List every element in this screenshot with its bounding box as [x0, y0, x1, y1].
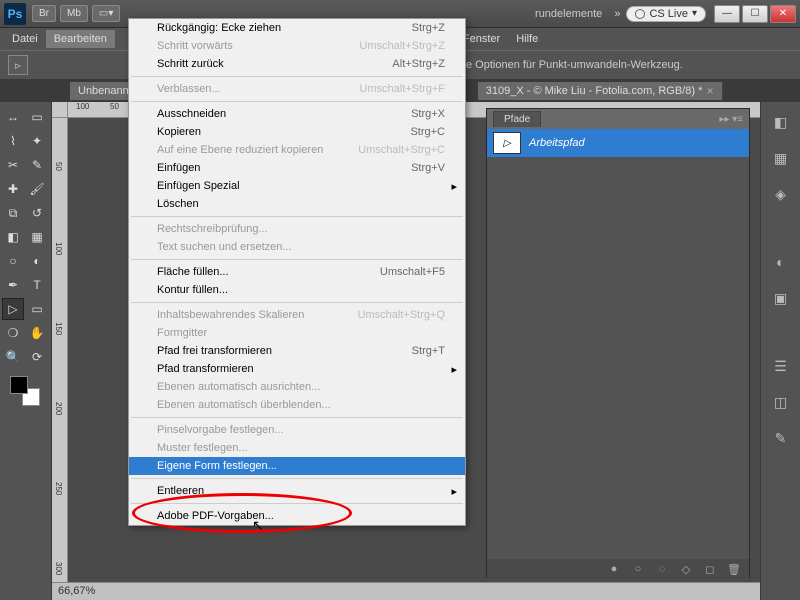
menu-item[interactable]: Rückgängig: Ecke ziehenStrg+Z — [129, 19, 465, 37]
rotate-tool[interactable]: ⟳ — [26, 346, 48, 368]
3d-tool[interactable]: ❍ — [2, 322, 24, 344]
path-row[interactable]: ▷ Arbeitspfad — [487, 129, 749, 157]
menu-item: Verblassen...Umschalt+Strg+F — [129, 80, 465, 98]
right-panels: ◧ ▦ ◈ ◐ ▣ ☰ ◫ ✎ — [760, 102, 800, 600]
path-name: Arbeitspfad — [529, 137, 585, 149]
brush-tool[interactable]: 🖌 — [26, 178, 48, 200]
statusbar: 66,67% — [52, 582, 760, 600]
paths-panel-footer: ● ○ ◌ ◇ ◻ 🗑 — [487, 559, 749, 579]
menu-item[interactable]: Kontur füllen... — [129, 281, 465, 299]
menu-item[interactable]: Adobe PDF-Vorgaben... — [129, 507, 465, 525]
menu-item[interactable]: Einfügen Spezial▸ — [129, 177, 465, 195]
color-swatches[interactable] — [10, 376, 40, 406]
menu-item: Formgitter — [129, 324, 465, 342]
adjustments-panel-icon[interactable]: ◐ — [769, 250, 793, 274]
bearbeiten-dropdown: Rückgängig: Ecke ziehenStrg+ZSchritt vor… — [128, 18, 466, 526]
color-panel-icon[interactable]: ◧ — [769, 110, 793, 134]
new-path-icon[interactable]: ◻ — [703, 562, 717, 576]
menu-bearbeiten[interactable]: Bearbeiten — [46, 30, 115, 48]
menu-item[interactable]: Pfad frei transformierenStrg+T — [129, 342, 465, 360]
move-tool[interactable]: ↔ — [2, 106, 24, 128]
swatches-panel-icon[interactable]: ▦ — [769, 146, 793, 170]
menu-item: Text suchen und ersetzen... — [129, 238, 465, 256]
menu-item: Auf eine Ebene reduziert kopierenUmschal… — [129, 141, 465, 159]
paths-panel: Pfade ▸▸ ▾≡ ▷ Arbeitspfad ● ○ ◌ ◇ ◻ 🗑 — [486, 108, 750, 578]
type-tool[interactable]: T — [26, 274, 48, 296]
minimize-button[interactable]: — — [714, 5, 740, 23]
lasso-tool[interactable]: ⌇ — [2, 130, 24, 152]
channels-panel-icon[interactable]: ◫ — [769, 390, 793, 414]
ruler-origin[interactable] — [52, 102, 68, 118]
maximize-button[interactable]: ☐ — [742, 5, 768, 23]
menu-item[interactable]: Entleeren▸ — [129, 482, 465, 500]
menu-item: Ebenen automatisch ausrichten... — [129, 378, 465, 396]
minibridge-button[interactable]: Mb — [60, 5, 88, 22]
menu-item[interactable]: Schritt zurückAlt+Strg+Z — [129, 55, 465, 73]
toolbox: ↔ ▭ ⌇ ✦ ✂ ✎ ✚ 🖌 ⧉ ↺ ◧ ▦ ○ ◐ ✒ T ▷ ▭ ❍ ✋ … — [0, 102, 52, 600]
workspace-label[interactable]: rundelemente — [535, 8, 602, 20]
fg-color[interactable] — [10, 376, 28, 394]
cslive-button[interactable]: CS Live ▾ — [626, 6, 706, 22]
paths-panel-icon[interactable]: ✎ — [769, 426, 793, 450]
paths-panel-body[interactable]: ▷ Arbeitspfad — [487, 129, 749, 559]
path-select-tool[interactable]: ▷ — [2, 298, 24, 320]
heal-tool[interactable]: ✚ — [2, 178, 24, 200]
menu-item: Schritt vorwärtsUmschalt+Strg+Z — [129, 37, 465, 55]
menu-hilfe[interactable]: Hilfe — [508, 30, 546, 48]
layers-panel-icon[interactable]: ☰ — [769, 354, 793, 378]
menu-item[interactable]: Eigene Form festlegen... — [129, 457, 465, 475]
selection-path-icon[interactable]: ◌ — [655, 562, 669, 576]
paths-tab[interactable]: Pfade — [493, 111, 541, 127]
paths-panel-menu-icon[interactable]: ▸▸ ▾≡ — [719, 114, 743, 125]
wand-tool[interactable]: ✦ — [26, 130, 48, 152]
active-tool-icon[interactable]: ▹ — [8, 55, 28, 75]
hand-tool[interactable]: ✋ — [26, 322, 48, 344]
menu-item[interactable]: KopierenStrg+C — [129, 123, 465, 141]
menu-item: Ebenen automatisch überblenden... — [129, 396, 465, 414]
menu-item: Pinselvorgabe festlegen... — [129, 421, 465, 439]
stamp-tool[interactable]: ⧉ — [2, 202, 24, 224]
menu-item: Muster festlegen... — [129, 439, 465, 457]
delete-path-icon[interactable]: 🗑 — [727, 562, 741, 576]
menu-item[interactable]: Fläche füllen...Umschalt+F5 — [129, 263, 465, 281]
blur-tool[interactable]: ○ — [2, 250, 24, 272]
pen-tool[interactable]: ✒ — [2, 274, 24, 296]
ps-logo: Ps — [4, 3, 26, 25]
doc-tab-2[interactable]: 3109_X - © Mike Liu - Fotolia.com, RGB/8… — [478, 82, 723, 100]
options-text: e Optionen für Punkt-umwandeln-Werkzeug. — [466, 59, 683, 71]
menu-item[interactable]: EinfügenStrg+V — [129, 159, 465, 177]
dodge-tool[interactable]: ◐ — [26, 250, 48, 272]
crop-tool[interactable]: ✂ — [2, 154, 24, 176]
menu-item: Inhaltsbewahrendes SkalierenUmschalt+Str… — [129, 306, 465, 324]
masks-panel-icon[interactable]: ▣ — [769, 286, 793, 310]
menu-datei[interactable]: Datei — [4, 30, 46, 48]
zoom-tool[interactable]: 🔍 — [2, 346, 24, 368]
gradient-tool[interactable]: ▦ — [26, 226, 48, 248]
bridge-button[interactable]: Br — [32, 5, 56, 22]
menu-item[interactable]: Löschen — [129, 195, 465, 213]
paths-panel-header[interactable]: Pfade ▸▸ ▾≡ — [487, 109, 749, 129]
screen-mode-button[interactable]: ▭▾ — [92, 5, 120, 22]
ruler-vertical[interactable]: 50100150200250300350400450500550 — [52, 118, 68, 600]
workspace-more[interactable]: » — [614, 8, 620, 20]
menu-item[interactable]: AusschneidenStrg+X — [129, 105, 465, 123]
marquee-tool[interactable]: ▭ — [26, 106, 48, 128]
menu-item: Rechtschreibprüfung... — [129, 220, 465, 238]
path-thumbnail: ▷ — [493, 132, 521, 154]
zoom-level[interactable]: 66,67% — [58, 585, 95, 597]
make-path-icon[interactable]: ◇ — [679, 562, 693, 576]
styles-panel-icon[interactable]: ◈ — [769, 182, 793, 206]
eyedropper-tool[interactable]: ✎ — [26, 154, 48, 176]
close-button[interactable]: ✕ — [770, 5, 796, 23]
shape-tool[interactable]: ▭ — [26, 298, 48, 320]
eraser-tool[interactable]: ◧ — [2, 226, 24, 248]
close-tab-icon[interactable]: ✕ — [706, 86, 714, 97]
stroke-path-icon[interactable]: ○ — [631, 562, 645, 576]
menu-item[interactable]: Pfad transformieren▸ — [129, 360, 465, 378]
history-brush-tool[interactable]: ↺ — [26, 202, 48, 224]
fill-path-icon[interactable]: ● — [607, 562, 621, 576]
